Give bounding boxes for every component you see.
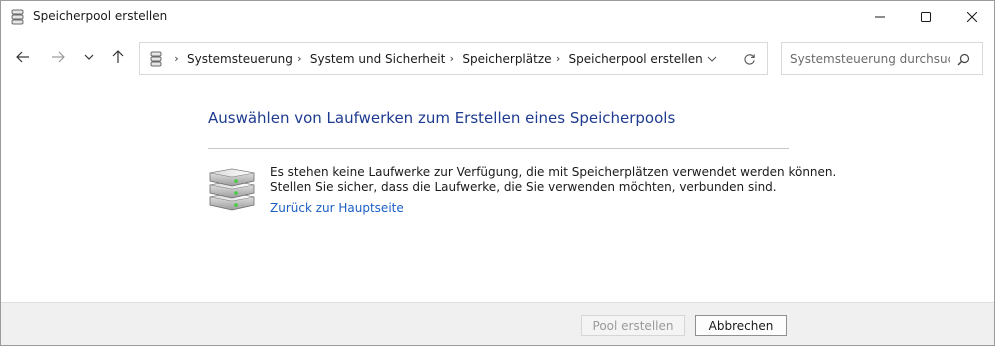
up-button[interactable] xyxy=(106,45,130,69)
title-bar[interactable]: Speicherpool erstellen xyxy=(1,1,994,32)
refresh-icon xyxy=(743,53,755,65)
window: Speicherpool erstellen › Systemsteuerung… xyxy=(0,0,995,346)
close-icon xyxy=(967,11,977,22)
chevron-right-icon[interactable]: › xyxy=(554,52,563,65)
arrow-right-icon xyxy=(52,51,65,63)
refresh-button[interactable] xyxy=(740,51,758,67)
address-bar[interactable]: › Systemsteuerung › System und Sicherhei… xyxy=(139,42,768,75)
minimize-button[interactable] xyxy=(857,1,903,32)
info-message-line1: Es stehen keine Laufwerke zur Verfügung,… xyxy=(270,165,837,179)
storage-spaces-icon xyxy=(11,9,24,25)
back-button[interactable] xyxy=(11,45,35,69)
main-content: Auswählen von Laufwerken zum Erstellen e… xyxy=(1,87,994,302)
search-box[interactable] xyxy=(781,42,983,75)
cancel-button[interactable]: Abbrechen xyxy=(695,315,787,336)
arrow-up-icon xyxy=(112,50,124,63)
breadcrumb-systemsteuerung[interactable]: Systemsteuerung xyxy=(187,52,293,66)
create-pool-button[interactable]: Pool erstellen xyxy=(581,315,685,336)
footer-bar: Pool erstellen Abbrechen xyxy=(1,302,994,345)
chevron-down-icon xyxy=(707,56,717,62)
window-title: Speicherpool erstellen xyxy=(33,9,168,23)
chevron-right-icon[interactable]: › xyxy=(172,52,181,65)
maximize-icon xyxy=(921,11,931,22)
chevron-down-icon xyxy=(84,54,94,60)
search-icon[interactable] xyxy=(955,51,971,67)
search-input[interactable] xyxy=(790,51,950,67)
breadcrumb-system-und-sicherheit[interactable]: System und Sicherheit xyxy=(310,52,446,66)
drives-stack-icon xyxy=(209,168,255,211)
close-button[interactable] xyxy=(949,1,995,32)
storage-spaces-icon xyxy=(150,51,162,67)
navigation-bar: › Systemsteuerung › System und Sicherhei… xyxy=(1,32,994,87)
breadcrumb-speicherplaetze[interactable]: Speicherplätze xyxy=(462,52,551,66)
recent-locations-button[interactable] xyxy=(77,45,101,69)
forward-button[interactable] xyxy=(46,45,70,69)
divider xyxy=(208,148,789,149)
page-title: Auswählen von Laufwerken zum Erstellen e… xyxy=(208,109,676,127)
back-to-main-link[interactable]: Zurück zur Hauptseite xyxy=(270,201,404,215)
info-message-line2: Stellen Sie sicher, dass die Laufwerke, … xyxy=(270,180,777,194)
address-dropdown-button[interactable] xyxy=(703,51,721,67)
breadcrumb: › Systemsteuerung › System und Sicherhei… xyxy=(170,43,703,74)
arrow-left-icon xyxy=(16,51,29,63)
breadcrumb-speicherpool-erstellen[interactable]: Speicherpool erstellen xyxy=(569,52,703,66)
maximize-button[interactable] xyxy=(903,1,949,32)
minimize-icon xyxy=(875,16,885,17)
chevron-right-icon[interactable]: › xyxy=(447,52,456,65)
chevron-right-icon[interactable]: › xyxy=(295,52,304,65)
